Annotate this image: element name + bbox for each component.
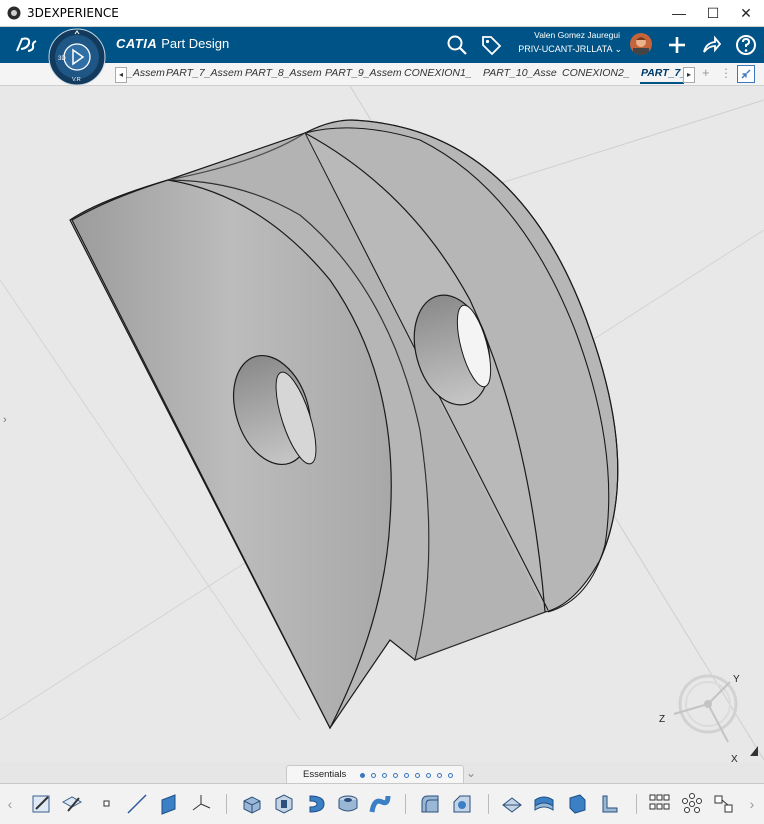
page-dot[interactable] <box>382 773 387 778</box>
circular-pattern-icon[interactable] <box>680 792 704 816</box>
toolbar-separator <box>488 794 489 814</box>
tab-part-7-assem[interactable]: PART_7_Assem <box>166 67 243 79</box>
tab-conexion2[interactable]: CONEXION2_ <box>562 67 630 79</box>
tabs-prev-button[interactable]: ◂ <box>115 67 127 83</box>
top-bar: CATIA Part Design Valen Gomez Jauregui PR… <box>0 27 764 63</box>
section-tab-essentials[interactable]: Essentials <box>286 765 464 784</box>
app-logo-icon <box>7 6 21 20</box>
tab-part-9-assem[interactable]: PART_9_Assem <box>325 67 402 79</box>
positioned-sketch-icon[interactable] <box>60 792 84 816</box>
pad-icon[interactable] <box>240 792 264 816</box>
tabs-next-button[interactable]: ▸ <box>683 67 695 83</box>
resize-grip-icon[interactable] <box>748 744 760 758</box>
axis-compass[interactable]: Y Z X <box>650 656 760 762</box>
page-dot[interactable] <box>404 773 409 778</box>
page-dot[interactable] <box>437 773 442 778</box>
fillet-icon[interactable] <box>418 792 442 816</box>
chamfer-icon[interactable] <box>450 792 474 816</box>
line-icon[interactable] <box>125 792 149 816</box>
axis-y-label: Y <box>733 674 740 685</box>
pattern-icon[interactable] <box>648 792 672 816</box>
tabs-more-button[interactable]: ⋮ <box>720 66 732 80</box>
axis-x-label: X <box>731 754 738 762</box>
close-surface-icon[interactable] <box>565 792 589 816</box>
split-icon[interactable] <box>500 792 524 816</box>
ds-logo-icon[interactable] <box>12 31 40 59</box>
maximize-button[interactable]: ☐ <box>696 0 730 26</box>
3d-viewport[interactable]: Y Z X <box>0 86 764 762</box>
axis-system-icon[interactable] <box>189 792 213 816</box>
sketch-icon[interactable] <box>30 792 54 816</box>
page-dot[interactable] <box>448 773 453 778</box>
page-dot[interactable] <box>426 773 431 778</box>
tag-icon[interactable] <box>478 32 504 58</box>
user-name[interactable]: Valen Gomez Jauregui <box>534 30 620 40</box>
action-bar-next-icon[interactable]: › <box>746 792 758 816</box>
thick-surface-icon[interactable] <box>532 792 556 816</box>
add-tab-button[interactable]: + <box>702 65 710 80</box>
help-icon[interactable] <box>733 32 759 58</box>
compass-widget[interactable]: 3D V.R <box>48 28 106 86</box>
pocket-icon[interactable] <box>272 792 296 816</box>
page-dot[interactable] <box>415 773 420 778</box>
point-icon[interactable] <box>95 792 119 816</box>
add-icon[interactable] <box>664 32 690 58</box>
page-dot[interactable] <box>360 773 365 778</box>
app-title: CATIA Part Design <box>116 36 229 51</box>
share-icon[interactable] <box>698 32 724 58</box>
window-title: 3DEXPERIENCE <box>27 6 119 20</box>
tab-conexion1[interactable]: CONEXION1_ <box>404 67 472 79</box>
document-tab-bar: ◂ _Assem PART_7_Assem PART_8_Assem PART_… <box>0 63 764 86</box>
toolbar-separator <box>405 794 406 814</box>
minimize-button[interactable]: — <box>662 0 696 26</box>
tab-part-8-assem[interactable]: PART_8_Assem <box>245 67 322 79</box>
page-dot[interactable] <box>371 773 376 778</box>
window-title-bar: 3DEXPERIENCE <box>0 0 764 27</box>
rib-icon[interactable] <box>368 792 392 816</box>
collaborative-space[interactable]: PRIV-UCANT-JRLLATA ⌄ <box>518 44 622 55</box>
active-tab-indicator <box>640 82 684 84</box>
page-dot[interactable] <box>393 773 398 778</box>
tab-assem[interactable]: _Assem <box>127 67 165 79</box>
toolbar-separator <box>636 794 637 814</box>
user-avatar[interactable] <box>630 33 652 55</box>
action-bar-prev-icon[interactable]: ‹ <box>4 792 16 816</box>
tab-part-7-active[interactable]: PART_7_ <box>641 67 686 79</box>
search-icon[interactable] <box>444 32 470 58</box>
app-brand: CATIA <box>116 36 158 51</box>
tab-part-10-asse[interactable]: PART_10_Asse <box>483 67 557 79</box>
chevron-down-icon[interactable]: ⌄ <box>466 766 476 780</box>
compass-3d-label: 3D <box>58 56 66 62</box>
hole-icon[interactable] <box>336 792 360 816</box>
sew-surface-icon[interactable] <box>597 792 621 816</box>
plane-icon[interactable] <box>157 792 181 816</box>
compass-vr-label: V.R <box>72 77 81 83</box>
transformation-icon[interactable] <box>712 792 736 816</box>
action-bar: ‹ › <box>0 783 764 824</box>
collapse-view-icon[interactable] <box>737 65 755 83</box>
side-panel-expand-icon[interactable]: › <box>3 414 7 426</box>
close-button[interactable]: ✕ <box>729 0 763 26</box>
shaft-icon[interactable] <box>304 792 328 816</box>
app-name: Part Design <box>161 36 230 51</box>
toolbar-separator <box>226 794 227 814</box>
section-label: Essentials <box>303 769 347 780</box>
axis-z-label: Z <box>659 714 665 725</box>
